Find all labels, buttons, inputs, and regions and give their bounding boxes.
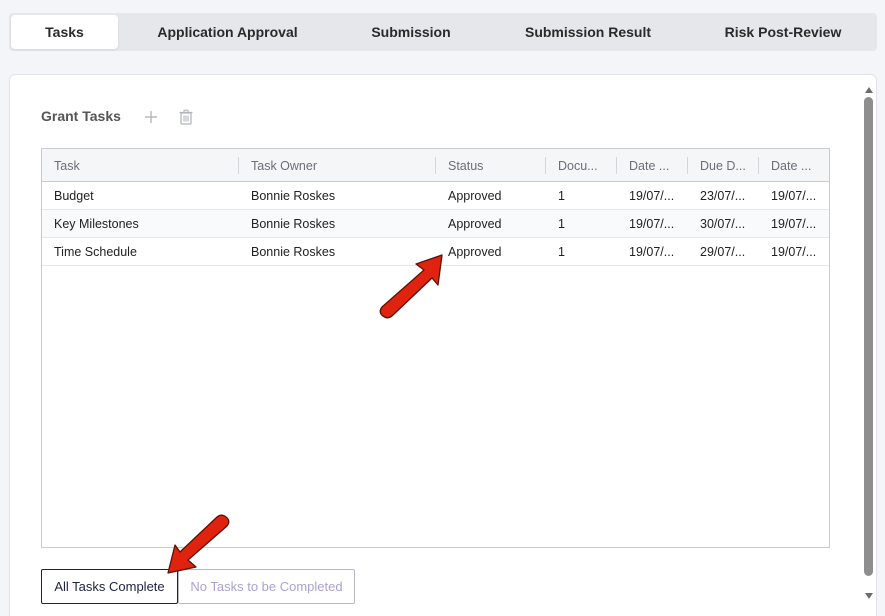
cell-date: 19/07/... — [629, 217, 675, 231]
table-header: Task Task Owner Status Docu... Date ... … — [42, 149, 829, 182]
cell-status: Approved — [448, 217, 502, 231]
scroll-up-arrow-icon[interactable] — [863, 82, 875, 93]
cell-task: Budget — [54, 189, 94, 203]
cell-date-2: 19/07/... — [771, 189, 817, 203]
annotation-arrow-icon — [379, 254, 443, 319]
cell-documents: 1 — [558, 245, 565, 259]
cell-due-date: 30/07/... — [700, 217, 746, 231]
cell-documents: 1 — [558, 217, 565, 231]
column-header-documents[interactable]: Docu... — [546, 149, 616, 182]
tab-submission-result[interactable]: Submission Result — [496, 15, 680, 49]
table-row[interactable]: Key Milestones Bonnie Roskes Approved 1 … — [42, 210, 829, 238]
cell-date: 19/07/... — [629, 245, 675, 259]
scroll-down-arrow-icon[interactable] — [863, 588, 875, 599]
tab-risk-post-review[interactable]: Risk Post-Review — [698, 15, 868, 49]
cell-status: Approved — [448, 189, 502, 203]
column-header-date-2[interactable]: Date ... — [759, 149, 829, 182]
tab-bar: Tasks Application Approval Submission Su… — [9, 13, 877, 51]
cell-due-date: 29/07/... — [700, 245, 746, 259]
cell-task-owner: Bonnie Roskes — [251, 217, 336, 231]
column-header-date[interactable]: Date ... — [617, 149, 687, 182]
scrollbar-thumb[interactable] — [864, 97, 873, 576]
cell-documents: 1 — [558, 189, 565, 203]
plus-icon[interactable] — [141, 107, 161, 127]
trash-icon[interactable] — [176, 107, 196, 127]
cell-task: Time Schedule — [54, 245, 137, 259]
all-tasks-complete-button[interactable]: All Tasks Complete — [41, 569, 178, 604]
annotation-arrow-icon — [167, 514, 230, 574]
tab-application-approval[interactable]: Application Approval — [129, 15, 326, 49]
cell-due-date: 23/07/... — [700, 189, 746, 203]
tasks-table: Task Task Owner Status Docu... Date ... … — [41, 148, 830, 548]
column-header-due-date[interactable]: Due D... — [688, 149, 758, 182]
column-header-task[interactable]: Task — [42, 149, 238, 182]
section-title: Grant Tasks — [41, 108, 121, 124]
cell-status: Approved — [448, 245, 502, 259]
cell-date-2: 19/07/... — [771, 217, 817, 231]
tab-tasks[interactable]: Tasks — [11, 15, 118, 49]
cell-task-owner: Bonnie Roskes — [251, 189, 336, 203]
cell-date-2: 19/07/... — [771, 245, 817, 259]
table-row[interactable]: Budget Bonnie Roskes Approved 1 19/07/..… — [42, 182, 829, 210]
cell-date: 19/07/... — [629, 189, 675, 203]
column-header-status[interactable]: Status — [436, 149, 545, 182]
cell-task: Key Milestones — [54, 217, 139, 231]
column-header-task-owner[interactable]: Task Owner — [239, 149, 435, 182]
tab-submission[interactable]: Submission — [344, 15, 478, 49]
